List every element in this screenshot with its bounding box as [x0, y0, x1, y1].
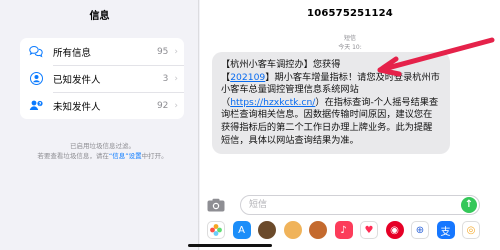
filter-unknown-senders[interactable]: ? 未知发件人 92 › — [20, 92, 184, 119]
message-hidden-text: 您获得 — [312, 59, 341, 70]
messages-settings-link[interactable]: “信息”设置 — [109, 152, 142, 160]
note-text: 若要查看垃圾信息，请在 — [37, 152, 109, 160]
alipay-icon[interactable]: 支 — [436, 221, 455, 239]
note-line-1: 已启用垃圾信息过滤。 — [70, 142, 135, 150]
timestamp-label: 短信 — [343, 35, 356, 42]
note-line-2: 若要查看垃圾信息，请在“信息”设置中打开。 — [10, 151, 195, 161]
website-link[interactable]: https://hzxkctk.cn/ — [230, 97, 315, 108]
message-input-placeholder: 短信 — [249, 200, 268, 210]
music-icon[interactable]: ♪ — [334, 221, 353, 239]
app-strip: A ♪ ♥ ◉ ⊕ 支 ◎ — [200, 219, 500, 241]
heart-app-icon[interactable]: ♥ — [360, 221, 378, 239]
date-link[interactable]: 202109 — [230, 72, 265, 83]
chevron-right-icon: › — [174, 73, 178, 84]
filter-known-senders[interactable]: 已知发件人 3 › — [20, 65, 184, 92]
filter-label: 已知发件人 — [53, 74, 101, 86]
compose-bar: 短信 ↑ — [200, 193, 500, 217]
filter-label: 未知发件人 — [53, 101, 101, 113]
filter-list: 所有信息 95 › 已知发件人 3 › ? 未知发件人 92 › — [20, 38, 184, 119]
svg-text:?: ? — [39, 101, 42, 107]
filter-count: 3 — [162, 73, 169, 84]
memoji-2-icon[interactable] — [283, 221, 302, 239]
send-button[interactable]: ↑ — [461, 197, 477, 213]
note-text: 中打开。 — [141, 152, 168, 160]
conversation-panel: 106575251124 短信 今天 10: 【杭州小客车调控办】您获得【202… — [200, 0, 500, 250]
message-timestamp: 短信 今天 10: — [200, 34, 500, 52]
message-prefix: 【杭州小客车调控办】 — [221, 59, 313, 70]
message-bubble[interactable]: 【杭州小客车调控办】您获得 【202109】期小客车增量指标！请您及时登录杭州市小… — [212, 52, 450, 155]
chevron-right-icon: › — [174, 46, 178, 57]
app-store-icon[interactable]: A — [232, 221, 251, 239]
filter-count: 92 — [156, 100, 169, 111]
netease-music-icon[interactable]: ◉ — [385, 221, 404, 239]
person-question-icon: ? — [29, 99, 43, 113]
search-app-icon[interactable]: ⊕ — [411, 221, 429, 239]
memoji-3-icon[interactable] — [309, 221, 327, 239]
photos-app-icon[interactable] — [207, 221, 225, 239]
panel-title: 信息 — [89, 11, 110, 22]
message-input[interactable]: 短信 ↑ — [240, 195, 480, 215]
conversation-list-panel: 信息 所有信息 95 › 已知发件人 3 › ? 未知发件人 92 › 已启用垃… — [0, 0, 199, 250]
spam-filter-note: 已启用垃圾信息过滤。 若要查看垃圾信息，请在“信息”设置中打开。 — [10, 141, 195, 161]
sender-number[interactable]: 106575251124 — [200, 8, 500, 19]
home-indicator[interactable] — [188, 244, 272, 247]
chevron-right-icon: › — [174, 100, 178, 111]
timestamp-time: 今天 10: — [338, 44, 362, 51]
ring-app-icon[interactable]: ◎ — [462, 221, 480, 239]
chat-bubbles-icon — [29, 45, 43, 59]
filter-count: 95 — [156, 46, 169, 57]
camera-icon[interactable] — [207, 198, 225, 212]
filter-label: 所有信息 — [53, 47, 92, 59]
filter-all-messages[interactable]: 所有信息 95 › — [20, 38, 184, 65]
bracket-open: 【 — [221, 71, 231, 83]
person-circle-icon — [29, 72, 43, 86]
memoji-1-icon[interactable] — [258, 221, 276, 239]
